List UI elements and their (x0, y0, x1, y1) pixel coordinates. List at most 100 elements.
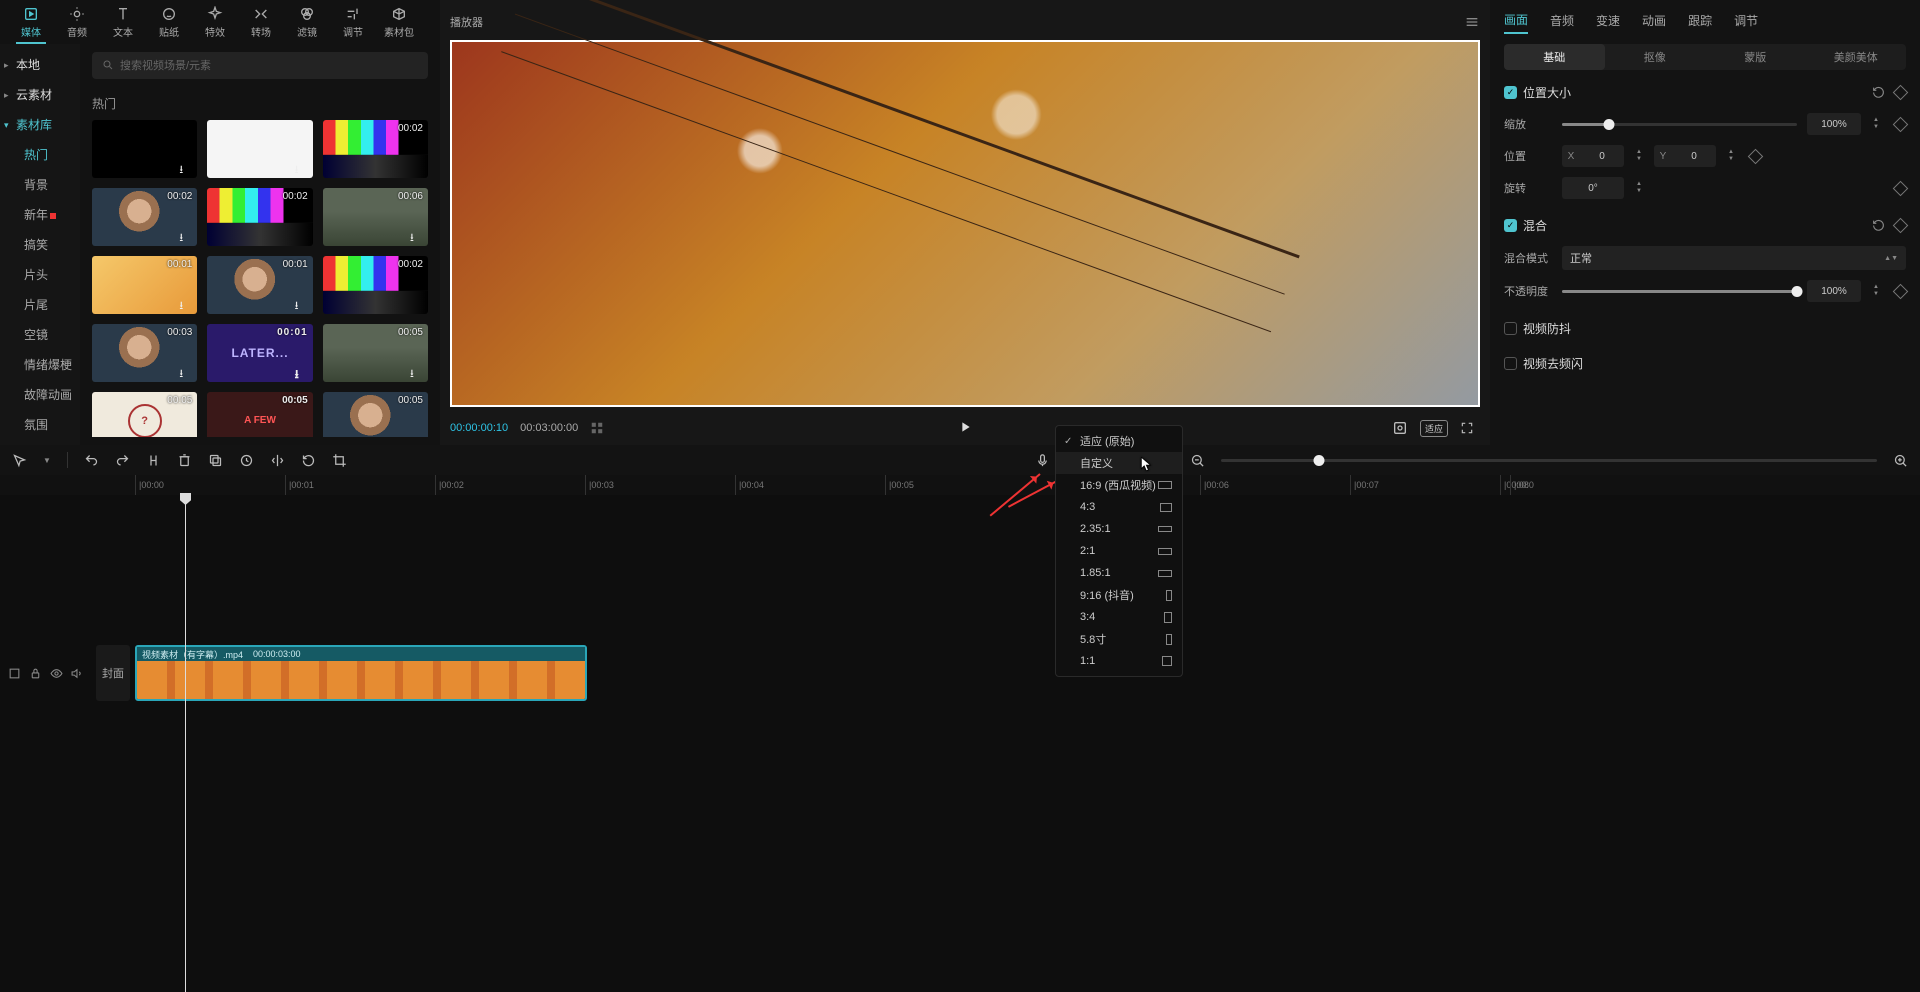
eye-icon[interactable] (50, 667, 63, 680)
download-icon[interactable]: ⭳ (295, 297, 309, 311)
side-hot[interactable]: 热门 (0, 140, 80, 170)
thumb-bars[interactable]: 00:02⭳ (323, 120, 428, 178)
side-outro[interactable]: 片尾 (0, 290, 80, 320)
tab-pack[interactable]: 素材包 (376, 0, 422, 44)
download-icon[interactable]: ⭳ (410, 365, 424, 379)
download-icon[interactable]: ⭳ (295, 365, 309, 379)
side-newyear[interactable]: 新年 (0, 200, 80, 230)
scale-value[interactable]: 100% (1807, 113, 1861, 135)
ratio-option[interactable]: 4:3 (1056, 496, 1182, 518)
ratio-option[interactable]: 1:1 (1056, 650, 1182, 672)
copy-icon[interactable] (208, 453, 223, 468)
mirror-icon[interactable] (270, 453, 285, 468)
ratio-option[interactable]: 2.35:1 (1056, 518, 1182, 540)
download-icon[interactable]: ⭳ (295, 161, 309, 175)
rotation-input[interactable]: 0° (1562, 177, 1624, 199)
timeline-ruler[interactable]: |00:00 |00:01 |00:02 |00:03 |00:04 |00:0… (0, 475, 1920, 495)
opacity-slider[interactable] (1562, 290, 1797, 293)
thumb-bars2[interactable]: 00:02⭳ (207, 188, 312, 246)
menu-icon[interactable] (1464, 14, 1480, 30)
thumb-white[interactable]: ⭳ (207, 120, 312, 178)
thumb-warm[interactable]: 00:01⭳ (92, 256, 197, 314)
side-library[interactable]: 素材库 (0, 110, 80, 140)
keyframe-icon[interactable] (1893, 218, 1909, 234)
keyframe-icon[interactable] (1748, 148, 1764, 164)
aspect-ratio-button[interactable]: 适应 (1420, 420, 1448, 437)
stab-checkbox[interactable] (1504, 322, 1517, 335)
zoom-out-icon[interactable] (1190, 453, 1205, 468)
scale-stepper[interactable]: ▲▼ (1871, 117, 1881, 131)
download-icon[interactable]: ⭳ (179, 365, 193, 379)
tab-text[interactable]: 文本 (100, 0, 146, 44)
keyframe-icon[interactable] (1893, 85, 1909, 101)
video-clip[interactable]: 视频素材（有字幕）.mp400:00:03:00 (135, 645, 587, 701)
scale-slider[interactable] (1562, 123, 1797, 126)
thumb-question[interactable]: 00:05 (92, 392, 197, 437)
side-local[interactable]: 本地 (0, 50, 80, 80)
reset-icon[interactable] (1872, 86, 1885, 99)
thumb-food[interactable]: 00:05⭳ (323, 324, 428, 382)
download-icon[interactable]: ⭳ (179, 229, 193, 243)
download-icon[interactable]: ⭳ (179, 297, 193, 311)
split-icon[interactable] (146, 453, 161, 468)
thumb-later[interactable]: LATER...00:01⭳ (207, 324, 312, 382)
undo-icon[interactable] (84, 453, 99, 468)
mic-icon[interactable] (1035, 453, 1050, 468)
blend-mode-select[interactable]: 正常▲▼ (1562, 246, 1906, 270)
tab-sticker[interactable]: 贴纸 (146, 0, 192, 44)
ptab-speed[interactable]: 变速 (1596, 8, 1620, 33)
focus-icon[interactable] (1392, 420, 1408, 436)
fullscreen-icon[interactable] (1460, 421, 1474, 435)
tab-transition[interactable]: 转场 (238, 0, 284, 44)
side-cloud[interactable]: 云素材 (0, 80, 80, 110)
tab-effect[interactable]: 特效 (192, 0, 238, 44)
side-emo[interactable]: 情绪爆梗 (0, 350, 80, 380)
thumb-black[interactable]: ⭳ (92, 120, 197, 178)
subtab-beauty[interactable]: 美颜美体 (1806, 44, 1907, 70)
tab-media[interactable]: 媒体 (8, 0, 54, 44)
redo-icon[interactable] (115, 453, 130, 468)
rotate-icon[interactable] (301, 453, 316, 468)
download-icon[interactable]: ⭳ (295, 229, 309, 243)
deflicker-checkbox[interactable] (1504, 357, 1517, 370)
pos-x-input[interactable]: X0 (1562, 145, 1624, 167)
ptab-adjust[interactable]: 调节 (1734, 8, 1758, 33)
thumb-woman[interactable]: 00:03⭳ (92, 324, 197, 382)
tab-adjust[interactable]: 调节 (330, 0, 376, 44)
cover-button[interactable]: 封面 (96, 645, 130, 701)
timeline[interactable]: 封面 视频素材（有字幕）.mp400:00:03:00 (0, 495, 1920, 992)
zoom-slider[interactable] (1221, 459, 1877, 462)
zoom-fit-icon[interactable] (1893, 453, 1908, 468)
grid-view-icon[interactable] (590, 421, 604, 435)
download-icon[interactable]: ⭳ (410, 297, 424, 311)
ptab-anim[interactable]: 动画 (1642, 8, 1666, 33)
keyframe-icon[interactable] (1893, 180, 1909, 196)
ratio-option[interactable]: 自定义 (1056, 452, 1182, 474)
video-preview[interactable] (450, 40, 1480, 407)
thumb-testcard[interactable]: 00:02⭳ (323, 256, 428, 314)
thumb-man2[interactable]: 00:01⭳ (207, 256, 312, 314)
pos-checkbox[interactable]: ✓ (1504, 86, 1517, 99)
subtab-cutout[interactable]: 抠像 (1605, 44, 1706, 70)
delete-icon[interactable] (177, 453, 192, 468)
side-intro[interactable]: 片头 (0, 260, 80, 290)
side-empty[interactable]: 空镜 (0, 320, 80, 350)
tab-filter[interactable]: 滤镜 (284, 0, 330, 44)
ptab-track[interactable]: 跟踪 (1688, 8, 1712, 33)
blend-checkbox[interactable]: ✓ (1504, 219, 1517, 232)
pointer-icon[interactable] (12, 453, 27, 468)
opacity-value[interactable]: 100% (1807, 280, 1861, 302)
pos-y-input[interactable]: Y0 (1654, 145, 1716, 167)
side-bg[interactable]: 背景 (0, 170, 80, 200)
subtab-mask[interactable]: 蒙版 (1705, 44, 1806, 70)
ratio-option[interactable]: 1.85:1 (1056, 562, 1182, 584)
play-button[interactable] (957, 419, 973, 438)
collapse-icon[interactable] (8, 667, 21, 680)
keyframe-icon[interactable] (1893, 283, 1909, 299)
ptab-picture[interactable]: 画面 (1504, 7, 1528, 34)
tab-audio[interactable]: 音频 (54, 0, 100, 44)
side-glitch[interactable]: 故障动画 (0, 380, 80, 410)
ptab-audio[interactable]: 音频 (1550, 8, 1574, 33)
keyframe-icon[interactable] (1893, 116, 1909, 132)
ratio-option[interactable]: 3:4 (1056, 606, 1182, 628)
